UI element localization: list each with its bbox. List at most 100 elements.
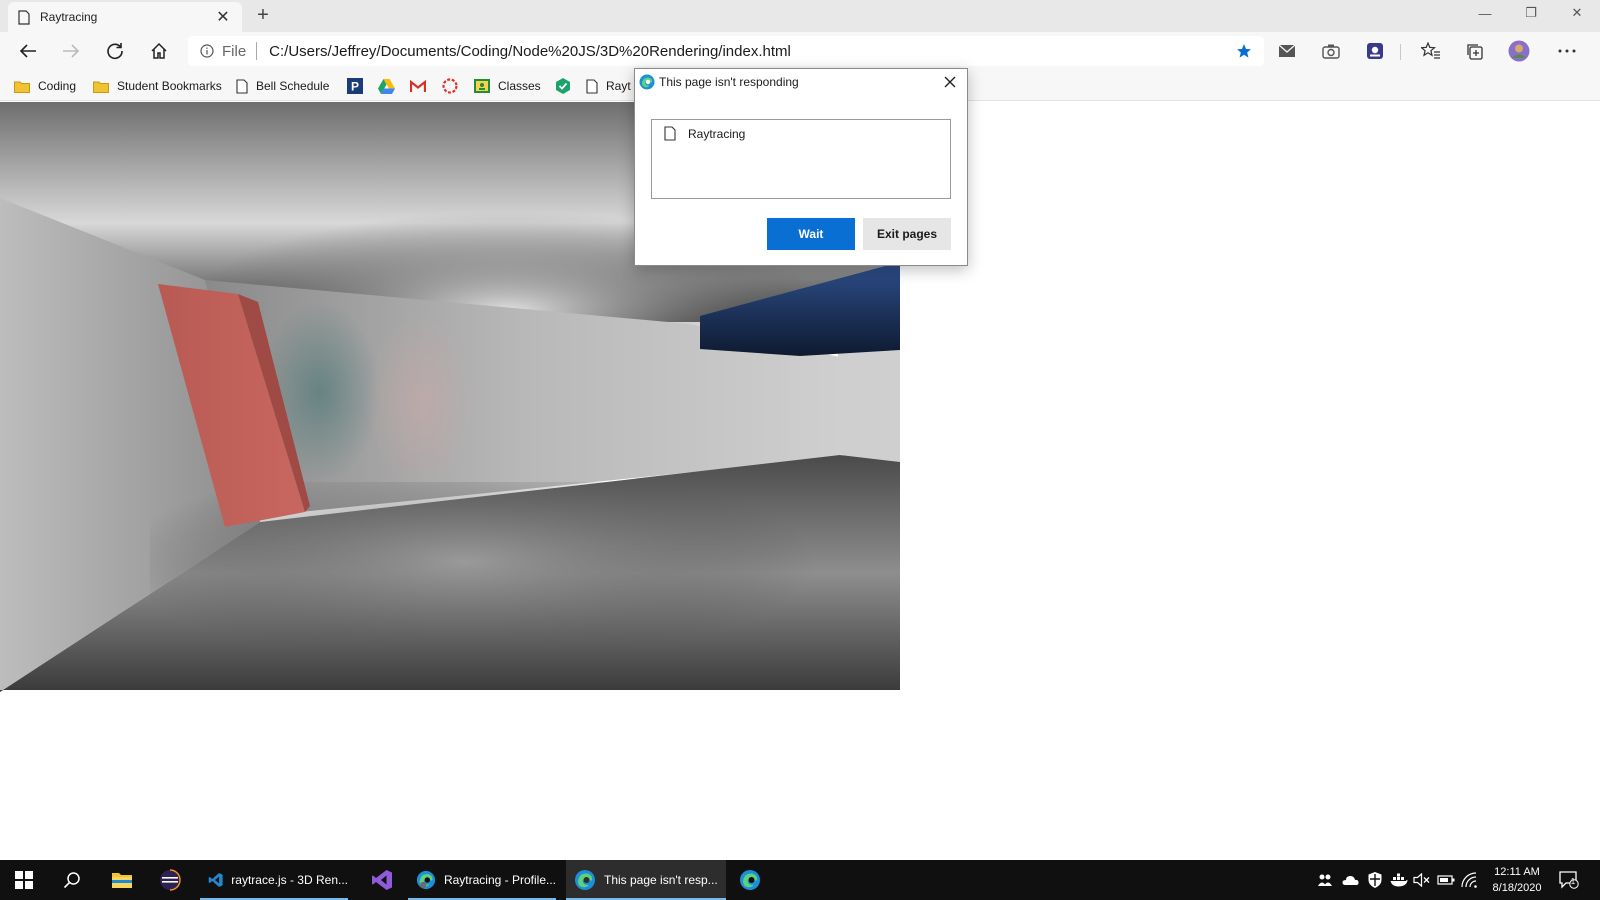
page-icon xyxy=(18,9,30,25)
favorites-icon[interactable] xyxy=(1420,40,1442,62)
tab-title: Raytracing xyxy=(40,10,98,24)
list-item[interactable]: Raytracing xyxy=(664,126,745,141)
unresponsive-page-list: Raytracing xyxy=(651,119,951,199)
file-explorer-button[interactable] xyxy=(98,860,146,900)
people-icon[interactable] xyxy=(1316,871,1334,889)
browser-toolbar: File C:/Users/Jeffrey/Documents/Coding/N… xyxy=(0,32,1600,70)
fav-google-drive[interactable] xyxy=(378,76,395,96)
fav-bell-schedule[interactable]: Bell Schedule xyxy=(236,76,329,96)
edge-icon xyxy=(740,870,760,890)
address-bar[interactable]: File C:/Users/Jeffrey/Documents/Coding/N… xyxy=(188,36,1264,66)
eclipse-button[interactable] xyxy=(146,860,194,900)
refresh-button[interactable] xyxy=(100,36,130,66)
search-icon xyxy=(63,872,80,889)
title-bar: Raytracing ✕ + — ❐ ✕ xyxy=(0,0,1600,32)
page-item-label: Raytracing xyxy=(688,126,746,141)
fav-label: Student Bookmarks xyxy=(117,79,222,93)
fav-gmail[interactable] xyxy=(410,76,426,96)
forward-arrow-icon xyxy=(63,44,80,58)
home-icon xyxy=(151,42,167,59)
folder-icon xyxy=(14,81,30,93)
taskbar-app-label: raytrace.js - 3D Ren... xyxy=(231,873,348,887)
folder-icon xyxy=(93,81,109,93)
folder-icon xyxy=(112,873,132,888)
tab-raytracing[interactable]: Raytracing ✕ xyxy=(8,2,242,32)
windows-logo-icon xyxy=(15,871,33,889)
new-tab-button[interactable]: + xyxy=(252,4,274,27)
eclipse-icon xyxy=(160,869,181,891)
dialog-title: This page isn't responding xyxy=(659,75,799,89)
restore-button[interactable]: ❐ xyxy=(1508,0,1554,26)
onedrive-icon[interactable] xyxy=(1341,871,1359,889)
address-divider xyxy=(256,42,258,60)
fav-raytracing[interactable]: Rayt xyxy=(586,76,631,96)
page-not-responding-dialog: This page isn't responding Raytracing Wa… xyxy=(634,68,968,266)
docker-icon[interactable] xyxy=(1390,871,1408,889)
visual-studio-button[interactable] xyxy=(358,860,406,900)
search-button[interactable] xyxy=(48,860,96,900)
fav-label: Rayt xyxy=(606,79,631,93)
fav-label: Bell Schedule xyxy=(256,79,330,93)
fav-label: Classes xyxy=(498,79,541,93)
drive-icon xyxy=(378,78,395,94)
fav-shield-app[interactable] xyxy=(555,76,571,96)
fav-p-logo[interactable]: P xyxy=(347,76,363,96)
taskbar: raytrace.js - 3D Ren... Raytracing - Pro… xyxy=(0,860,1600,900)
minimize-button[interactable]: — xyxy=(1462,0,1508,26)
exit-pages-button[interactable]: Exit pages xyxy=(863,218,951,250)
ring-icon xyxy=(442,78,458,94)
taskbar-app-not-responding[interactable]: This page isn't resp... xyxy=(566,860,726,900)
scene-pink-bleed xyxy=(365,312,475,492)
edge-logo-icon xyxy=(639,74,655,90)
profile-avatar[interactable] xyxy=(1508,40,1530,62)
edge-icon xyxy=(416,870,436,890)
forward-button[interactable] xyxy=(56,36,86,66)
info-icon[interactable] xyxy=(200,44,214,58)
page-icon xyxy=(586,78,598,94)
more-menu-icon[interactable] xyxy=(1556,40,1578,62)
start-button[interactable] xyxy=(0,860,48,900)
page-icon xyxy=(664,126,676,141)
home-button[interactable] xyxy=(144,36,174,66)
mail-icon[interactable] xyxy=(1276,40,1298,62)
shield-app-icon xyxy=(556,78,570,94)
volume-muted-icon[interactable] xyxy=(1413,871,1431,889)
favorite-star-icon[interactable] xyxy=(1236,43,1252,59)
taskbar-app-raytracing-profile[interactable]: Raytracing - Profile... xyxy=(408,860,556,900)
tab-close-icon[interactable]: ✕ xyxy=(214,7,232,27)
notification-center-icon[interactable]: 1 xyxy=(1556,871,1582,889)
scene-right-wall xyxy=(838,342,900,470)
back-button[interactable] xyxy=(13,36,43,66)
clock-time: 12:11 AM xyxy=(1494,866,1540,878)
wifi-icon[interactable] xyxy=(1460,871,1478,889)
refresh-icon xyxy=(107,43,123,60)
system-clock[interactable]: 12:11 AM 8/18/2020 xyxy=(1484,864,1550,896)
security-icon[interactable] xyxy=(1366,871,1384,889)
wait-button[interactable]: Wait xyxy=(767,218,855,250)
svg-text:P: P xyxy=(351,80,359,94)
camera-icon[interactable] xyxy=(1320,40,1342,62)
taskbar-app-vscode[interactable]: raytrace.js - 3D Ren... xyxy=(200,860,348,900)
extension-icon[interactable] xyxy=(1364,40,1386,62)
url-scheme-label: File xyxy=(222,42,247,60)
fav-label: Coding xyxy=(38,79,77,93)
gmail-icon xyxy=(410,79,426,92)
edge-icon xyxy=(575,870,595,890)
dialog-close-icon[interactable] xyxy=(941,73,959,91)
taskbar-app-label: Raytracing - Profile... xyxy=(443,873,556,887)
notification-count: 1 xyxy=(1570,877,1576,886)
fav-classes[interactable]: Classes xyxy=(474,76,541,96)
collections-icon[interactable] xyxy=(1464,40,1486,62)
toolbar-divider xyxy=(1400,44,1401,60)
p-logo-icon: P xyxy=(347,78,363,94)
edge-pinned-button[interactable] xyxy=(726,860,774,900)
fav-ring[interactable] xyxy=(442,76,458,96)
fav-student-bookmarks[interactable]: Student Bookmarks xyxy=(93,76,222,96)
battery-icon[interactable] xyxy=(1437,871,1455,889)
classroom-icon xyxy=(474,79,490,93)
fav-coding[interactable]: Coding xyxy=(14,76,76,96)
clock-date: 8/18/2020 xyxy=(1492,882,1542,894)
page-icon xyxy=(236,78,248,94)
url-text[interactable]: C:/Users/Jeffrey/Documents/Coding/Node%2… xyxy=(269,43,791,60)
close-window-button[interactable]: ✕ xyxy=(1554,0,1600,26)
